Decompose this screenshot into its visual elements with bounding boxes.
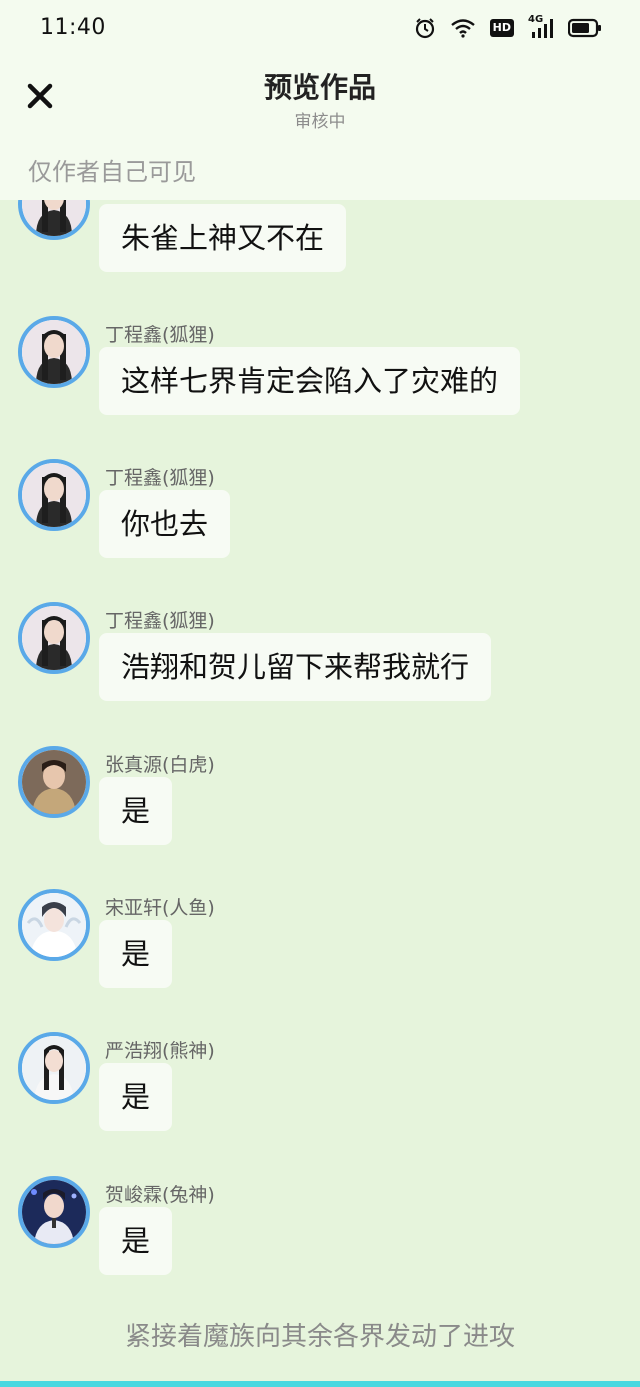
message-bubble[interactable]: 你也去 (99, 490, 231, 558)
message-bubble[interactable]: 朱雀上神又不在 (99, 204, 347, 272)
sender-name: 张真源(白虎) (105, 754, 215, 776)
narration-text: 紧接着魔族向其余各界发动了进攻 (124, 1322, 515, 1352)
avatar[interactable] (18, 459, 90, 531)
sender-name: 贺峻霖(兔神) (105, 1184, 215, 1206)
battery-icon (568, 18, 602, 38)
sender-name: 丁程鑫(狐狸) (105, 610, 215, 632)
alarm-icon (414, 17, 436, 39)
sender-name: 丁程鑫(狐狸) (105, 467, 215, 489)
message-bubble[interactable]: 是 (99, 920, 173, 988)
avatar[interactable] (18, 200, 90, 240)
bottom-bar (0, 1381, 640, 1387)
status-time: 11:40 (40, 15, 106, 40)
avatar[interactable] (18, 889, 90, 961)
page-title: 预览作品 (263, 71, 376, 104)
wifi-icon (450, 18, 476, 38)
sender-name: 宋亚轩(人鱼) (105, 897, 215, 919)
status-bar: 11:40 HD 4G (0, 0, 640, 56)
sender-name: 丁程鑫(狐狸) (105, 324, 215, 346)
message-bubble[interactable]: 是 (99, 1207, 173, 1275)
avatar[interactable] (18, 602, 90, 674)
hd-icon: HD (489, 19, 514, 37)
review-status: 审核中 (294, 112, 346, 132)
visibility-note: 仅作者自己可见 (28, 158, 196, 186)
avatar[interactable] (18, 746, 90, 818)
4g-signal-icon: 4G (528, 14, 554, 39)
message-bubble[interactable]: 是 (99, 1063, 173, 1131)
message-bubble[interactable]: 是 (99, 777, 173, 845)
app-screen: 11:40 HD 4G 预览作品 审核中 仅作者自己可见 朱雀上神又不在 丁程鑫… (0, 0, 640, 1387)
message-bubble[interactable]: 浩翔和贺儿留下来帮我就行 (99, 633, 492, 701)
header: 预览作品 审核中 仅作者自己可见 (0, 56, 640, 200)
avatar[interactable] (18, 1176, 90, 1248)
sender-name: 严浩翔(熊神) (105, 1040, 215, 1062)
message-bubble[interactable]: 这样七界肯定会陷入了灾难的 (99, 347, 521, 415)
avatar[interactable] (18, 316, 90, 388)
avatar[interactable] (18, 1032, 90, 1104)
chat-list[interactable]: 朱雀上神又不在 丁程鑫(狐狸) 这样七界肯定会陷入了灾难的 丁程鑫(狐狸) 你也… (0, 200, 640, 1387)
status-icons: HD 4G (414, 14, 602, 42)
